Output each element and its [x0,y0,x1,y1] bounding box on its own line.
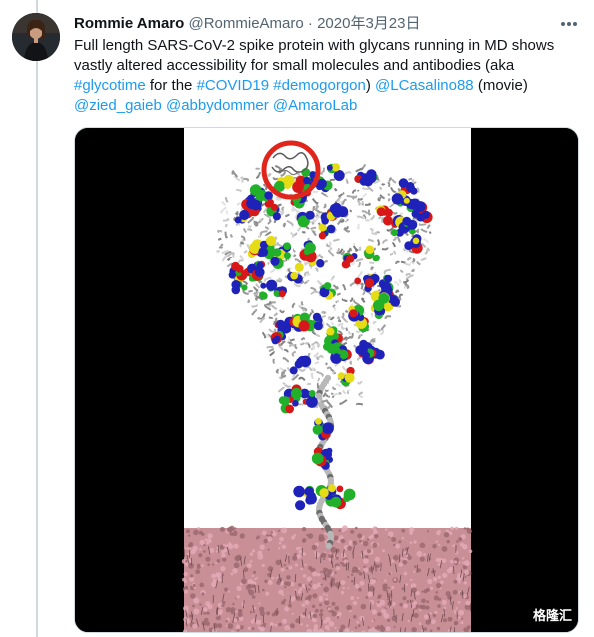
media-video-still [75,128,578,632]
tweet-text: Full length SARS-CoV-2 spike protein wit… [74,36,574,116]
author-handle[interactable]: @RommieAmaro [188,15,303,32]
tweet-text-segment: ) [365,77,376,94]
mention-link[interactable]: @LCasalino88 [375,77,474,94]
avatar[interactable] [12,13,60,61]
hashtag-link[interactable]: #COVID19 [197,77,270,94]
avatar-image [12,13,60,61]
mention-link[interactable]: @zied_gaieb [74,97,162,114]
tweet-header: Rommie Amaro @RommieAmaro · 2020年3月23日 [74,14,576,34]
more-horizontal-icon-glyph [561,22,577,26]
more-horizontal-icon[interactable] [558,14,580,34]
hashtag-link[interactable]: #demogorgon [273,77,366,94]
watermark: 格隆汇 [532,608,572,623]
tweet-text-segment: for the [145,77,197,94]
tweet-date[interactable]: 2020年3月23日 [317,15,420,32]
mention-link[interactable]: @AmaroLab [273,97,357,114]
membrane-layer [181,525,473,632]
mention-link[interactable]: @abbydommer [166,97,269,114]
tweet-text-segment: (movie) [473,77,528,94]
thread-line [36,0,38,637]
tweet-media[interactable]: 格隆汇 [74,127,579,633]
tweet-text-segment: Full length SARS-CoV-2 spike protein wit… [74,37,555,74]
hashtag-link[interactable]: #glycotime [74,77,146,94]
header-separator: · [307,15,313,32]
author-name[interactable]: Rommie Amaro [74,15,184,32]
